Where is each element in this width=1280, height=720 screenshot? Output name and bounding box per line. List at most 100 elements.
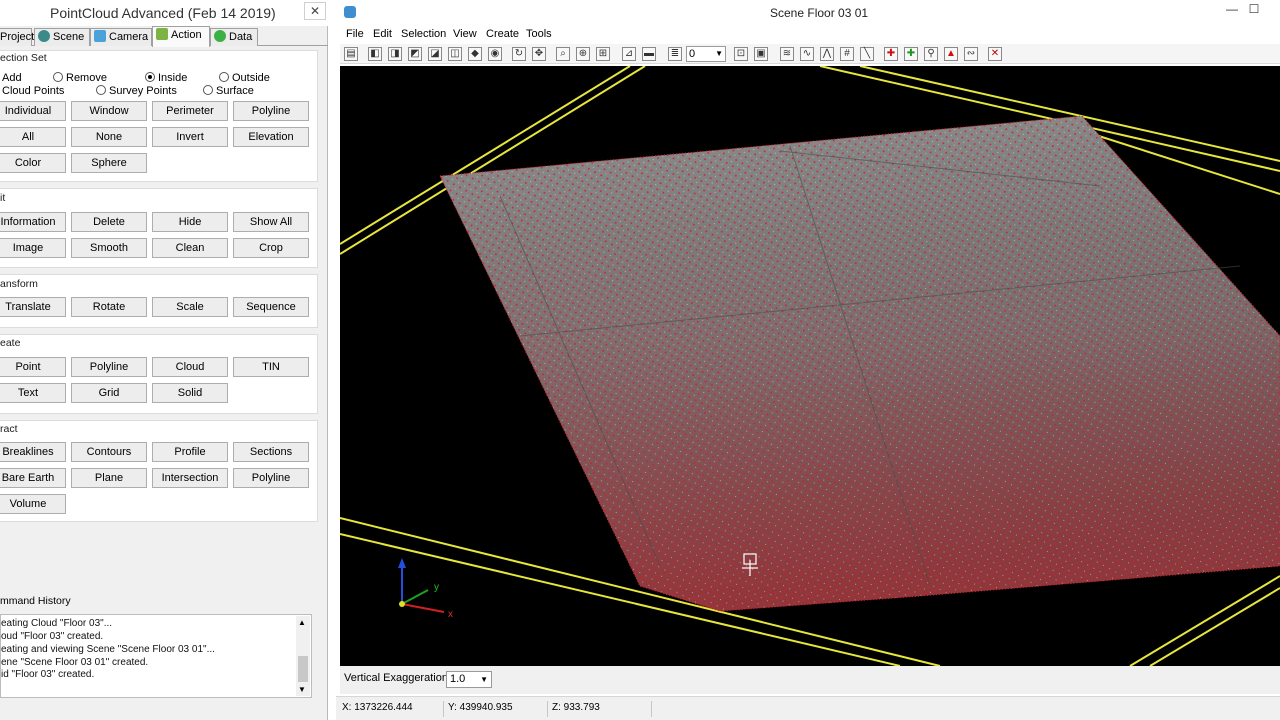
menu-view[interactable]: View xyxy=(453,28,477,40)
all-button[interactable]: All xyxy=(0,127,66,147)
panel-toggle-icon[interactable]: ▤ xyxy=(344,47,358,61)
zoom-window-icon[interactable]: ⊞ xyxy=(596,47,610,61)
radio-survey-points[interactable] xyxy=(96,85,106,95)
mode-remove[interactable]: Remove xyxy=(53,72,107,84)
wave-icon[interactable]: ∾ xyxy=(964,47,978,61)
color-button[interactable]: Color xyxy=(0,153,66,173)
rotate-view-icon[interactable]: ↻ xyxy=(512,47,526,61)
perimeter-button[interactable]: Perimeter xyxy=(152,101,228,121)
window-button[interactable]: Window xyxy=(71,101,147,121)
ruler-icon[interactable]: ▬ xyxy=(642,47,656,61)
individual-button[interactable]: Individual xyxy=(0,101,66,121)
radio-inside[interactable] xyxy=(145,72,155,82)
tab-data[interactable]: Data xyxy=(210,28,258,46)
menu-file[interactable]: File xyxy=(346,28,364,40)
smooth-button[interactable]: Smooth xyxy=(71,238,147,258)
select-box-icon[interactable]: ▣ xyxy=(754,47,768,61)
polyline-create-button[interactable]: Polyline xyxy=(71,357,147,377)
layers-icon[interactable]: ≣ xyxy=(668,47,682,61)
tab-camera[interactable]: Camera xyxy=(90,28,152,46)
view-cube-iso-icon[interactable]: ◆ xyxy=(468,47,482,61)
volume-button[interactable]: Volume xyxy=(0,494,66,514)
rotate-button[interactable]: Rotate xyxy=(71,297,147,317)
line-tool-icon[interactable]: ╲ xyxy=(860,47,874,61)
text-button[interactable]: Text xyxy=(0,383,66,403)
add-point-green-icon[interactable]: ✚ xyxy=(904,47,918,61)
bare-earth-button[interactable]: Bare Earth xyxy=(0,468,66,488)
view-cube-front-icon[interactable]: ◧ xyxy=(368,47,382,61)
breaklines-button[interactable]: Breaklines xyxy=(0,442,66,462)
select-window-icon[interactable]: ⊡ xyxy=(734,47,748,61)
profile-tool-icon[interactable]: ⋀ xyxy=(820,47,834,61)
target-survey-points[interactable]: Survey Points xyxy=(96,85,177,97)
polyline-select-button[interactable]: Polyline xyxy=(233,101,309,121)
view-cube-right-icon[interactable]: ◪ xyxy=(428,47,442,61)
close-icon[interactable]: ✕ xyxy=(304,2,326,20)
zoom-extents-icon[interactable]: ⊕ xyxy=(576,47,590,61)
mode-add[interactable]: Add xyxy=(2,72,22,84)
point-button[interactable]: Point xyxy=(0,357,66,377)
menu-edit[interactable]: Edit xyxy=(373,28,392,40)
scroll-down-icon[interactable]: ▼ xyxy=(298,685,306,694)
mode-outside[interactable]: Outside xyxy=(219,72,270,84)
clean-button[interactable]: Clean xyxy=(152,238,228,258)
radio-outside[interactable] xyxy=(219,72,229,82)
radio-remove[interactable] xyxy=(53,72,63,82)
surface-tool-icon[interactable]: ∿ xyxy=(800,47,814,61)
tab-action[interactable]: Action xyxy=(152,26,210,47)
menu-create[interactable]: Create xyxy=(486,28,519,40)
hide-button[interactable]: Hide xyxy=(152,212,228,232)
invert-button[interactable]: Invert xyxy=(152,127,228,147)
sphere-button[interactable]: Sphere xyxy=(71,153,147,173)
show-all-button[interactable]: Show All xyxy=(233,212,309,232)
tab-scene[interactable]: Scene xyxy=(34,28,90,46)
measure-icon[interactable]: ⊿ xyxy=(622,47,636,61)
vertical-exaggeration-select[interactable]: 1.0 ▼ xyxy=(446,671,492,688)
pin-icon[interactable]: ⚲ xyxy=(924,47,938,61)
mode-inside[interactable]: Inside xyxy=(145,72,187,84)
view-globe-icon[interactable]: ◉ xyxy=(488,47,502,61)
target-surface[interactable]: Surface xyxy=(203,85,254,97)
add-point-red-icon[interactable]: ✚ xyxy=(884,47,898,61)
profile-button[interactable]: Profile xyxy=(152,442,228,462)
view-cube-back-icon[interactable]: ◨ xyxy=(388,47,402,61)
elevation-button[interactable]: Elevation xyxy=(233,127,309,147)
radio-surface[interactable] xyxy=(203,85,213,95)
pan-view-icon[interactable]: ✥ xyxy=(532,47,546,61)
crop-button[interactable]: Crop xyxy=(233,238,309,258)
polyline-extract-button[interactable]: Polyline xyxy=(233,468,309,488)
command-history-list[interactable]: eating Cloud "Floor 03"... oud "Floor 03… xyxy=(0,614,312,698)
maximize-icon[interactable]: ☐ xyxy=(1246,2,1262,18)
delete-button[interactable]: Delete xyxy=(71,212,147,232)
scale-button[interactable]: Scale xyxy=(152,297,228,317)
cloud-button[interactable]: Cloud xyxy=(152,357,228,377)
view-cube-left-icon[interactable]: ◩ xyxy=(408,47,422,61)
translate-button[interactable]: Translate xyxy=(0,297,66,317)
image-button[interactable]: Image xyxy=(0,238,66,258)
plane-button[interactable]: Plane xyxy=(71,468,147,488)
contour-tool-icon[interactable]: ≋ xyxy=(780,47,794,61)
history-scroll-thumb[interactable] xyxy=(298,656,308,682)
grid-button[interactable]: Grid xyxy=(71,383,147,403)
minimize-icon[interactable]: — xyxy=(1224,2,1240,18)
layer-select[interactable]: 0 ▼ xyxy=(686,46,726,62)
tin-button[interactable]: TIN xyxy=(233,357,309,377)
menu-tools[interactable]: Tools xyxy=(526,28,552,40)
solid-button[interactable]: Solid xyxy=(152,383,228,403)
point-cloud-viewport[interactable]: y x xyxy=(340,66,1280,666)
target-cloud-points[interactable]: Cloud Points xyxy=(2,85,64,97)
marker-red-icon[interactable]: ▲ xyxy=(944,47,958,61)
intersection-button[interactable]: Intersection xyxy=(152,468,228,488)
zoom-icon[interactable]: ⌕ xyxy=(556,47,570,61)
scroll-up-icon[interactable]: ▲ xyxy=(298,618,306,627)
sequence-button[interactable]: Sequence xyxy=(233,297,309,317)
contours-button[interactable]: Contours xyxy=(71,442,147,462)
tab-project[interactable]: Project xyxy=(0,28,34,46)
menu-selection[interactable]: Selection xyxy=(401,28,446,40)
sections-button[interactable]: Sections xyxy=(233,442,309,462)
close-icon[interactable]: ✕ xyxy=(988,47,1002,61)
none-button[interactable]: None xyxy=(71,127,147,147)
view-cube-top-icon[interactable]: ◫ xyxy=(448,47,462,61)
information-button[interactable]: Information xyxy=(0,212,66,232)
grid-tool-icon[interactable]: # xyxy=(840,47,854,61)
